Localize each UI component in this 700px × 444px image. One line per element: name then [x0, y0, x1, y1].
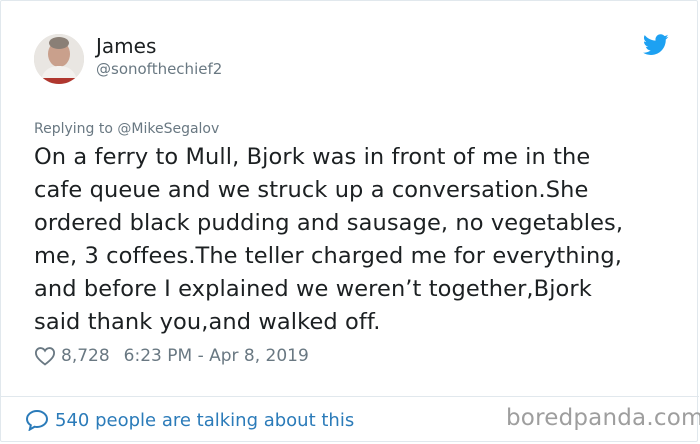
avatar[interactable]	[34, 34, 84, 84]
replying-to: Replying to @MikeSegalov	[34, 121, 219, 137]
conversation-link[interactable]: 540 people are talking about this	[25, 407, 354, 433]
tweet-meta: 8,728 6:23 PM - Apr 8, 2019	[34, 344, 309, 368]
like-count[interactable]: 8,728	[61, 346, 110, 366]
tweet-text-line: and before I explained we weren’t togeth…	[34, 276, 592, 302]
avatar-image	[34, 34, 84, 84]
tweet-timestamp[interactable]: 6:23 PM - Apr 8, 2019	[124, 346, 309, 366]
twitter-bird-icon[interactable]	[643, 34, 669, 56]
watermark: boredpanda.com	[506, 405, 700, 431]
tweet-text-line: said thank you,and walked off.	[34, 309, 381, 335]
replying-prefix: Replying to	[34, 121, 113, 137]
author-handle[interactable]: @sonofthechief2	[96, 60, 222, 78]
speech-bubble-icon	[25, 409, 49, 431]
tweet-text-line: cafe queue and we struck up a conversati…	[34, 177, 589, 203]
conversation-link-label: 540 people are talking about this	[55, 409, 355, 431]
tweet-text-line: ordered black pudding and sausage, no ve…	[34, 210, 624, 236]
divider	[1, 396, 699, 397]
author-name[interactable]: James	[96, 34, 156, 58]
tweet-text-line: me, 3 coffees.The teller charged me for …	[34, 243, 623, 269]
replying-mention-link[interactable]: @MikeSegalov	[117, 121, 219, 137]
heart-icon[interactable]	[34, 346, 56, 366]
tweet-card: James @sonofthechief2 Replying to @MikeS…	[0, 0, 699, 442]
tweet-text-line: On a ferry to Mull, Bjork was in front o…	[34, 144, 591, 170]
tweet-text: On a ferry to Mull, Bjork was in front o…	[34, 141, 674, 339]
